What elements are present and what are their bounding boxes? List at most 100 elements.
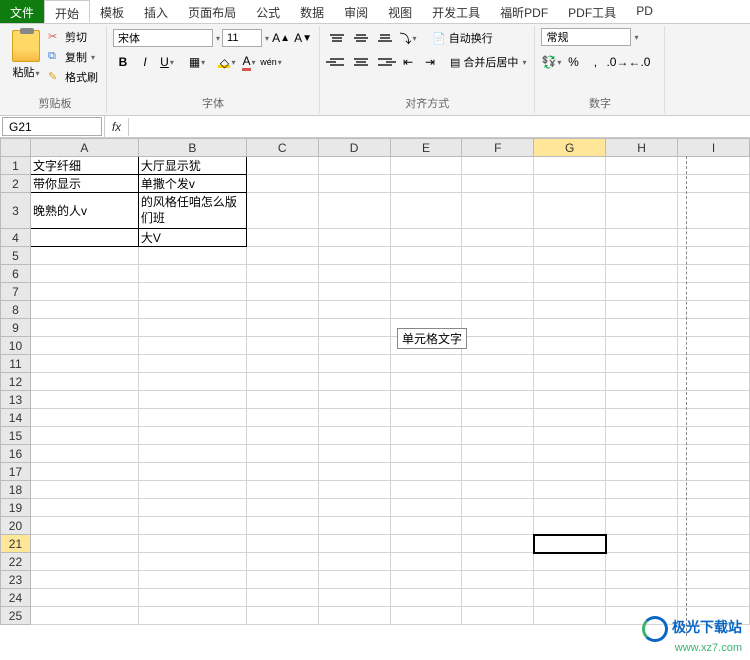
- cell-I14[interactable]: [678, 409, 750, 427]
- cell-I8[interactable]: [678, 301, 750, 319]
- cell-E22[interactable]: [390, 553, 462, 571]
- tab-data[interactable]: 数据: [290, 0, 334, 23]
- cell-D12[interactable]: [318, 373, 390, 391]
- cell-B7[interactable]: [138, 283, 246, 301]
- cell-D20[interactable]: [318, 517, 390, 535]
- spreadsheet-grid[interactable]: ABCDEFGHI1文字纤细大厅显示犹2带你显示单撒个发v3晚熟的人v的风格任咱…: [0, 138, 750, 636]
- cell-G3[interactable]: [534, 193, 606, 229]
- col-header-H[interactable]: H: [606, 139, 678, 157]
- cell-G13[interactable]: [534, 391, 606, 409]
- decrease-decimal-button[interactable]: ←.0: [629, 52, 649, 72]
- cell-I2[interactable]: [678, 175, 750, 193]
- cell-D18[interactable]: [318, 481, 390, 499]
- increase-font-button[interactable]: A▲: [271, 28, 291, 48]
- cell-E20[interactable]: [390, 517, 462, 535]
- row-header-9[interactable]: 9: [1, 319, 31, 337]
- tab-insert[interactable]: 插入: [134, 0, 178, 23]
- cell-C1[interactable]: [246, 157, 318, 175]
- cell-B2[interactable]: 单撒个发v: [138, 175, 246, 193]
- cell-I10[interactable]: [678, 337, 750, 355]
- percent-button[interactable]: %: [563, 52, 583, 72]
- cell-A23[interactable]: [30, 571, 138, 589]
- cell-F19[interactable]: [462, 499, 534, 517]
- cell-F5[interactable]: [462, 247, 534, 265]
- cell-H6[interactable]: [606, 265, 678, 283]
- row-header-17[interactable]: 17: [1, 463, 31, 481]
- cell-G23[interactable]: [534, 571, 606, 589]
- cell-A25[interactable]: [30, 607, 138, 625]
- cell-F16[interactable]: [462, 445, 534, 463]
- cell-G1[interactable]: [534, 157, 606, 175]
- cell-C23[interactable]: [246, 571, 318, 589]
- cell-E7[interactable]: [390, 283, 462, 301]
- cell-C11[interactable]: [246, 355, 318, 373]
- row-header-13[interactable]: 13: [1, 391, 31, 409]
- col-header-E[interactable]: E: [390, 139, 462, 157]
- cell-H23[interactable]: [606, 571, 678, 589]
- cell-A3[interactable]: 晚熟的人v: [30, 193, 138, 229]
- cell-G2[interactable]: [534, 175, 606, 193]
- cell-A22[interactable]: [30, 553, 138, 571]
- cell-E1[interactable]: [390, 157, 462, 175]
- cell-E13[interactable]: [390, 391, 462, 409]
- cell-H20[interactable]: [606, 517, 678, 535]
- cell-H21[interactable]: [606, 535, 678, 553]
- row-header-15[interactable]: 15: [1, 427, 31, 445]
- row-header-14[interactable]: 14: [1, 409, 31, 427]
- cell-A11[interactable]: [30, 355, 138, 373]
- cell-H13[interactable]: [606, 391, 678, 409]
- cell-C15[interactable]: [246, 427, 318, 445]
- name-box[interactable]: [2, 117, 102, 136]
- cell-G5[interactable]: [534, 247, 606, 265]
- cell-D7[interactable]: [318, 283, 390, 301]
- cell-D4[interactable]: [318, 229, 390, 247]
- font-name-select[interactable]: [113, 29, 213, 47]
- fx-button[interactable]: fx: [105, 118, 129, 136]
- align-top-button[interactable]: [326, 28, 348, 48]
- cell-B8[interactable]: [138, 301, 246, 319]
- cell-G16[interactable]: [534, 445, 606, 463]
- cell-E12[interactable]: [390, 373, 462, 391]
- cell-G19[interactable]: [534, 499, 606, 517]
- cell-D8[interactable]: [318, 301, 390, 319]
- cell-B20[interactable]: [138, 517, 246, 535]
- cell-B15[interactable]: [138, 427, 246, 445]
- cell-H17[interactable]: [606, 463, 678, 481]
- increase-decimal-button[interactable]: .0→: [607, 52, 627, 72]
- cell-G11[interactable]: [534, 355, 606, 373]
- cell-F6[interactable]: [462, 265, 534, 283]
- cell-E2[interactable]: [390, 175, 462, 193]
- format-painter-button[interactable]: ✎格式刷: [46, 68, 100, 86]
- cell-C5[interactable]: [246, 247, 318, 265]
- cell-B17[interactable]: [138, 463, 246, 481]
- cell-A12[interactable]: [30, 373, 138, 391]
- cell-I22[interactable]: [678, 553, 750, 571]
- cell-F20[interactable]: [462, 517, 534, 535]
- cell-I15[interactable]: [678, 427, 750, 445]
- cell-D24[interactable]: [318, 589, 390, 607]
- cell-H24[interactable]: [606, 589, 678, 607]
- cell-C2[interactable]: [246, 175, 318, 193]
- row-header-3[interactable]: 3: [1, 193, 31, 229]
- cell-I9[interactable]: [678, 319, 750, 337]
- align-bottom-button[interactable]: [374, 28, 396, 48]
- cell-B25[interactable]: [138, 607, 246, 625]
- cell-A9[interactable]: [30, 319, 138, 337]
- cell-F13[interactable]: [462, 391, 534, 409]
- cell-I23[interactable]: [678, 571, 750, 589]
- cell-F8[interactable]: [462, 301, 534, 319]
- cell-D11[interactable]: [318, 355, 390, 373]
- cell-F7[interactable]: [462, 283, 534, 301]
- cell-D6[interactable]: [318, 265, 390, 283]
- cell-B1[interactable]: 大厅显示犹: [138, 157, 246, 175]
- cell-I4[interactable]: [678, 229, 750, 247]
- tab-formula[interactable]: 公式: [246, 0, 290, 23]
- cell-I7[interactable]: [678, 283, 750, 301]
- tab-file[interactable]: 文件: [0, 0, 44, 23]
- cell-E18[interactable]: [390, 481, 462, 499]
- cell-F24[interactable]: [462, 589, 534, 607]
- cell-F15[interactable]: [462, 427, 534, 445]
- cell-G6[interactable]: [534, 265, 606, 283]
- tab-home[interactable]: 开始: [44, 0, 90, 23]
- row-header-25[interactable]: 25: [1, 607, 31, 625]
